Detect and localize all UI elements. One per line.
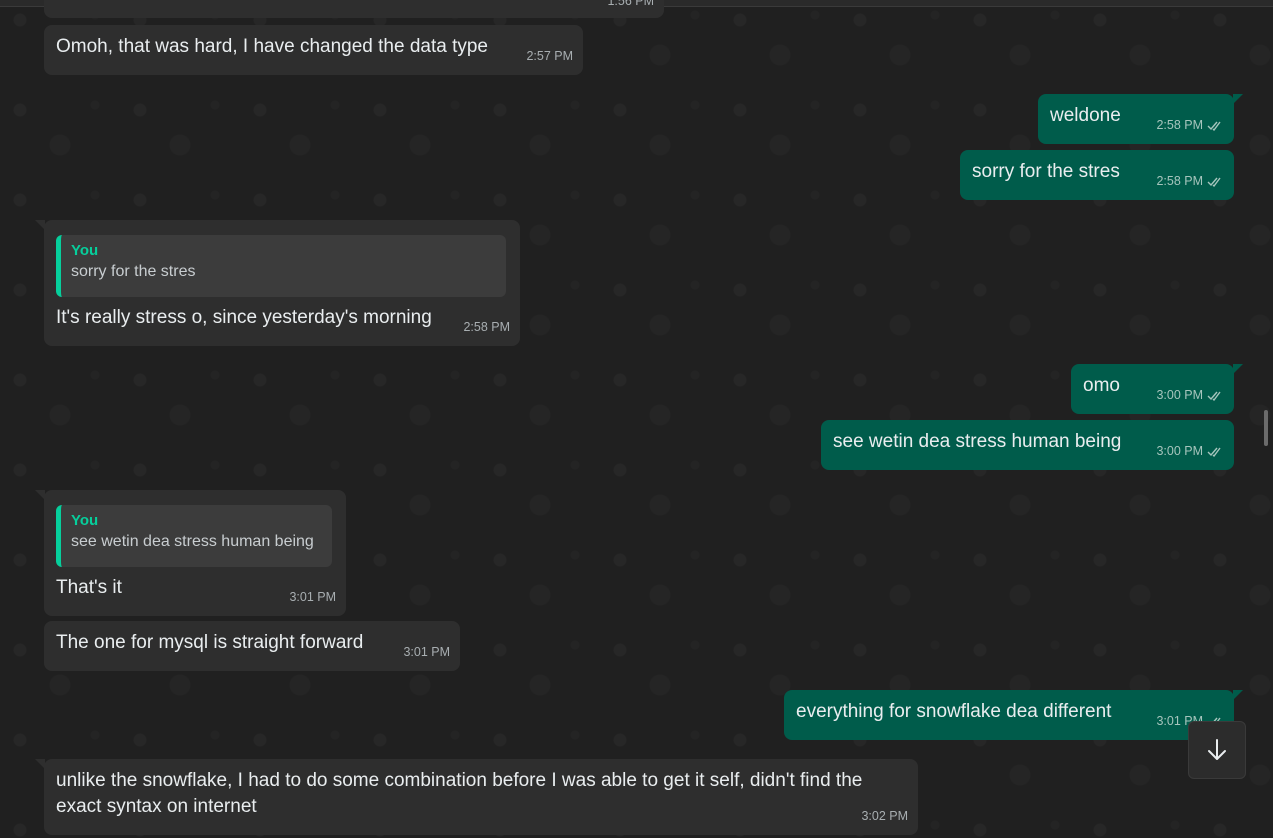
double-check-icon xyxy=(1207,391,1221,401)
message-time: 1:56 PM xyxy=(607,0,654,8)
message-time: 2:58 PM xyxy=(1156,174,1203,188)
message-meta: 2:58 PM xyxy=(1156,168,1224,194)
double-check-icon xyxy=(1207,177,1221,187)
message-text: unlike the snowflake, I had to do some c… xyxy=(56,770,863,817)
message-meta: 3:00 PM xyxy=(1156,438,1224,464)
message-time: 3:00 PM xyxy=(1156,444,1203,458)
arrow-down-icon xyxy=(1208,739,1226,760)
message-text: The one for mysql is straight forward xyxy=(56,632,364,653)
message-time: 3:00 PM xyxy=(1156,388,1203,402)
quoted-message[interactable]: You see wetin dea stress human being xyxy=(56,505,332,567)
message-bubble-incoming-reply[interactable]: You sorry for the stres It's really stre… xyxy=(35,220,520,346)
message-bubble-incoming[interactable]: The one for mysql is straight forward 3:… xyxy=(44,621,460,671)
chat-panel[interactable]: 1:56 PM Omoh, that was hard, I have chan… xyxy=(0,0,1273,838)
message-bubble-incoming[interactable]: Omoh, that was hard, I have changed the … xyxy=(44,25,583,75)
message-time: 2:58 PM xyxy=(463,320,510,334)
message-bubble-incoming[interactable]: unlike the snowflake, I had to do some c… xyxy=(35,759,918,835)
message-text: Omoh, that was hard, I have changed the … xyxy=(56,36,488,57)
message-bubble-outgoing[interactable]: everything for snowflake dea different 3… xyxy=(784,690,1243,740)
message-time: 3:01 PM xyxy=(289,590,336,604)
message-bubble-partial[interactable]: 1:56 PM xyxy=(44,0,664,18)
message-bubble-outgoing[interactable]: omo 3:00 PM xyxy=(1071,364,1243,414)
message-bubble-outgoing[interactable]: weldone 2:58 PM xyxy=(1038,94,1243,144)
message-bubble-outgoing[interactable]: see wetin dea stress human being 3:00 PM xyxy=(821,420,1234,470)
scrollbar-thumb[interactable] xyxy=(1264,410,1268,446)
message-time: 3:02 PM xyxy=(861,809,908,823)
message-time: 2:58 PM xyxy=(1156,118,1203,132)
quote-text: sorry for the stres xyxy=(71,263,196,280)
message-time: 2:57 PM xyxy=(526,49,573,63)
double-check-icon xyxy=(1207,121,1221,131)
quote-author: You xyxy=(71,242,99,259)
message-meta: 3:00 PM xyxy=(1156,382,1224,408)
scroll-to-bottom-button[interactable] xyxy=(1188,721,1246,779)
double-check-icon xyxy=(1207,447,1221,457)
quoted-message[interactable]: You sorry for the stres xyxy=(56,235,506,297)
quote-author: You xyxy=(71,512,99,529)
quote-text: see wetin dea stress human being xyxy=(71,533,314,550)
message-time: 3:01 PM xyxy=(403,645,450,659)
message-text: It's really stress o, since yesterday's … xyxy=(56,307,432,328)
message-meta: 2:58 PM xyxy=(1156,112,1224,138)
message-bubble-outgoing[interactable]: sorry for the stres 2:58 PM xyxy=(960,150,1234,200)
message-bubble-incoming-reply[interactable]: You see wetin dea stress human being Tha… xyxy=(35,490,346,616)
